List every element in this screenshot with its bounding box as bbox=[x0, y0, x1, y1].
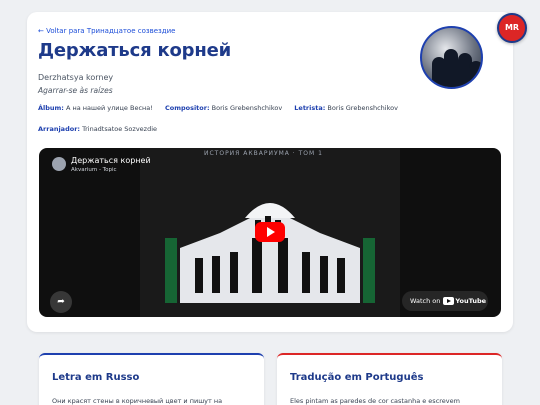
russian-lyrics-line: Они красят стены в коричневый цвет и пиш… bbox=[52, 397, 223, 405]
video-channel[interactable]: Akvarium - Topic bbox=[71, 167, 117, 173]
channel-avatar[interactable] bbox=[52, 157, 66, 171]
meta-arranger: Arranjador: Trinadtsatoe Sozvezdie bbox=[38, 125, 158, 133]
site-logo-badge[interactable]: MR bbox=[497, 13, 527, 43]
play-button[interactable] bbox=[255, 222, 285, 242]
building-illustration bbox=[160, 178, 380, 308]
page-title: Держаться корней bbox=[38, 40, 232, 61]
meta-album: Álbum: А на нашей улице Весна! bbox=[38, 104, 153, 112]
song-card: ← Voltar para Тринадцатое созвездие Держ… bbox=[27, 12, 513, 332]
thumbnail-caption: ИСТОРИЯ АКВАРИУМА · ТОМ 1 bbox=[204, 150, 323, 157]
meta-composer: Compositor: Boris Grebenshchikov bbox=[164, 104, 283, 112]
artist-photo bbox=[420, 26, 483, 89]
watch-on-youtube-button[interactable]: Watch on YouTube bbox=[402, 291, 488, 311]
youtube-label: YouTube bbox=[455, 297, 487, 305]
watch-on-label: Watch on bbox=[410, 297, 441, 305]
back-link[interactable]: ← Voltar para Тринадцатое созвездие bbox=[38, 27, 175, 35]
meta-row-1: Álbum: А на нашей улице Весна! Composito… bbox=[38, 104, 408, 112]
russian-lyrics-title: Letra em Russo bbox=[52, 372, 140, 383]
youtube-logo-icon bbox=[443, 297, 455, 305]
share-icon[interactable]: ➦ bbox=[50, 291, 72, 313]
title-translation: Agarrar-se às raízes bbox=[38, 86, 113, 95]
portuguese-translation-line: Eles pintam as paredes de cor castanha e… bbox=[290, 397, 460, 405]
meta-row-2: Arranjador: Trinadtsatoe Sozvezdie bbox=[38, 125, 167, 133]
video-embed[interactable]: ИСТОРИЯ АКВАРИУМА · ТОМ 1 Держаться корн… bbox=[39, 148, 501, 317]
meta-lyricist: Letrista: Boris Grebenshchikov bbox=[294, 104, 398, 112]
portuguese-translation-title: Tradução em Português bbox=[290, 372, 424, 383]
video-title[interactable]: Держаться корней bbox=[71, 156, 151, 165]
portuguese-translation-panel: Tradução em Português Eles pintam as par… bbox=[277, 353, 502, 405]
transliteration: Derzhatsya korney bbox=[38, 73, 114, 82]
russian-lyrics-panel: Letra em Russo Они красят стены в коричн… bbox=[39, 353, 264, 405]
